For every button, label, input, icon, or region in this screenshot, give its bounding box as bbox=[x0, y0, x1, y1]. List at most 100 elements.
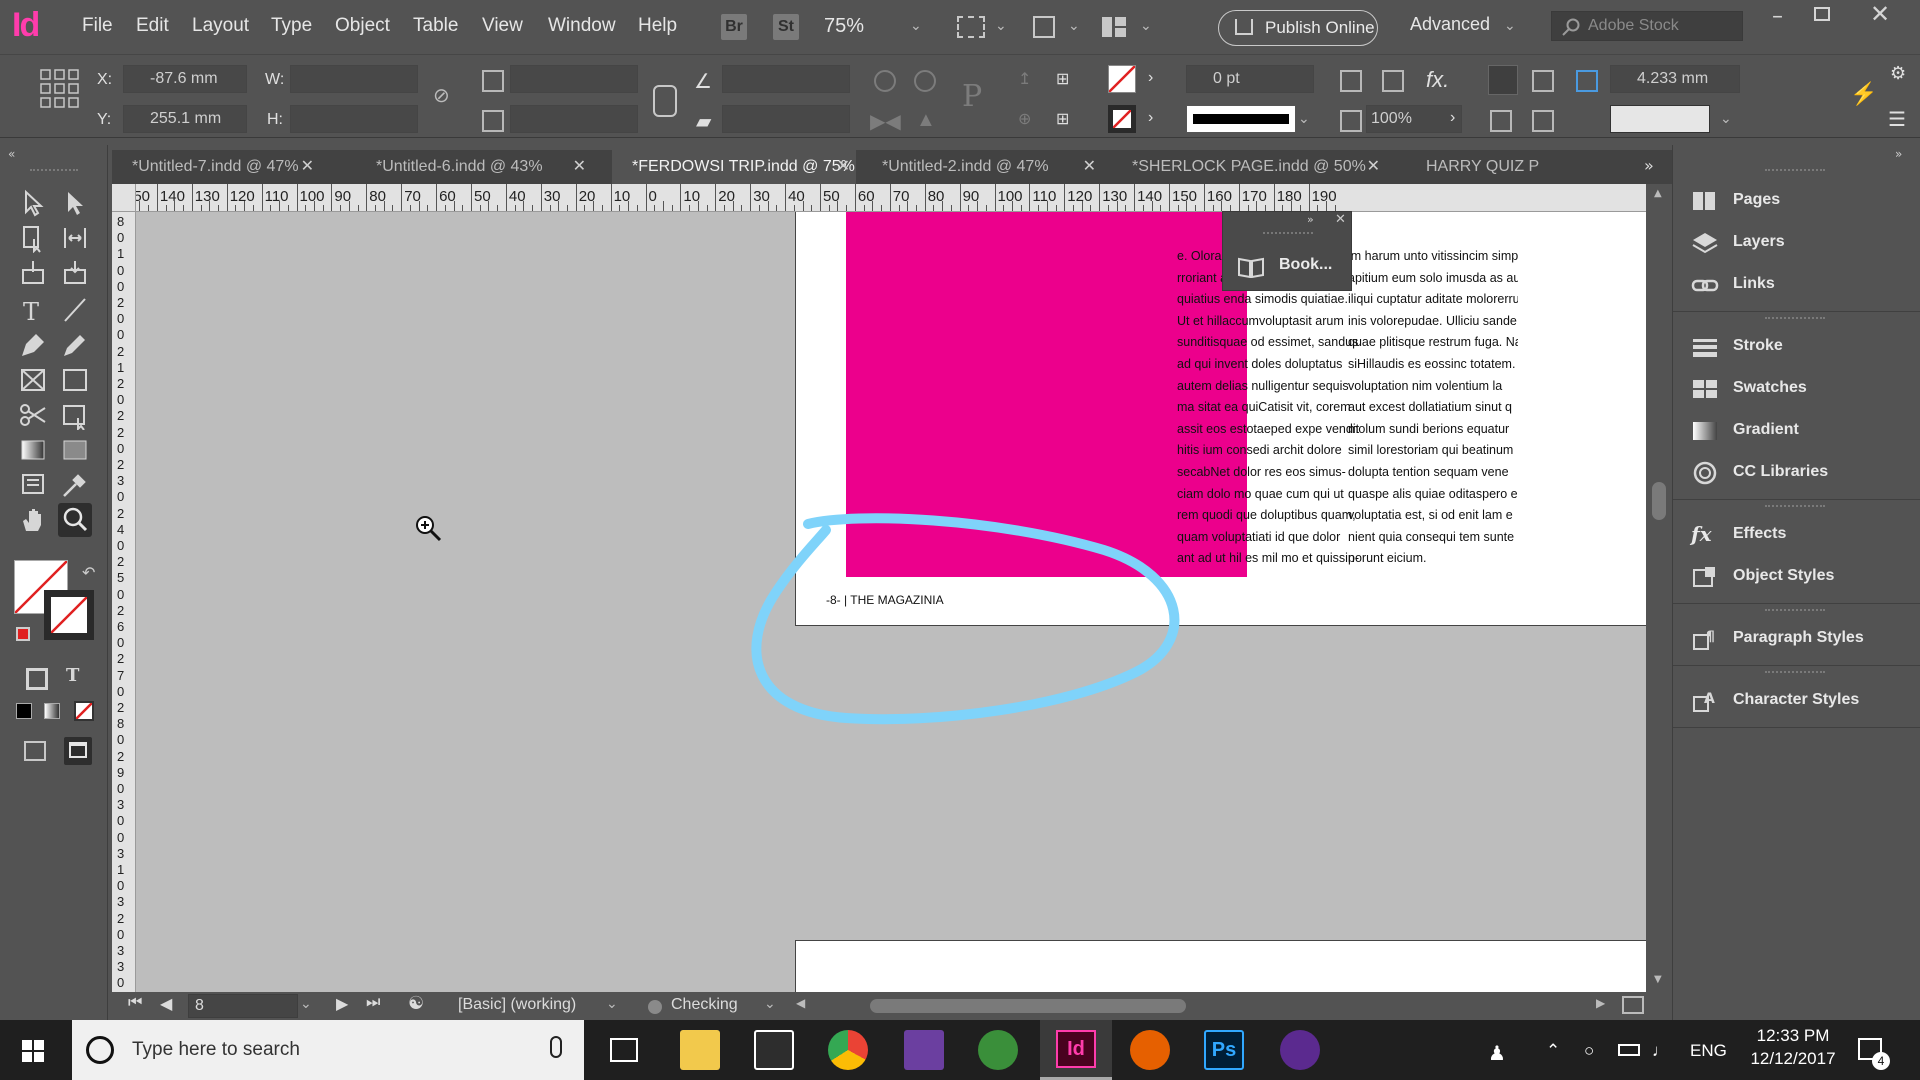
align-text-center-icon[interactable] bbox=[1532, 70, 1554, 92]
drop-shadow-icon[interactable] bbox=[1382, 70, 1404, 92]
align-top-icon[interactable]: ↥ bbox=[1018, 69, 1031, 89]
collapse-tools-icon[interactable]: « bbox=[8, 147, 15, 161]
pen-tool-icon[interactable] bbox=[18, 330, 48, 360]
media-app-icon[interactable] bbox=[1280, 1030, 1320, 1070]
scroll-up-icon[interactable]: ▲ bbox=[1654, 188, 1662, 199]
rotation-field[interactable] bbox=[722, 65, 850, 93]
arrange-chevron-icon[interactable]: ⌄ bbox=[1140, 18, 1152, 34]
publish-online-button[interactable]: Publish Online bbox=[1218, 10, 1378, 46]
menu-help[interactable]: Help bbox=[638, 15, 677, 37]
horizontal-scrollbar[interactable]: ◀ ▶ bbox=[790, 992, 1646, 1020]
style-status[interactable]: [Basic] (working) bbox=[458, 996, 576, 1014]
firefox-icon[interactable] bbox=[1130, 1030, 1170, 1070]
adobe-stock-search[interactable]: Adobe Stock bbox=[1551, 11, 1743, 41]
open-document-icon[interactable]: ☯ bbox=[408, 993, 424, 1014]
menu-view[interactable]: View bbox=[482, 15, 523, 37]
rotate-ccw-icon[interactable] bbox=[914, 70, 936, 92]
zoom-tool-active[interactable] bbox=[58, 503, 92, 537]
microphone-icon[interactable] bbox=[550, 1036, 562, 1058]
opacity-field[interactable]: 100% bbox=[1366, 105, 1462, 133]
scale-x-icon[interactable] bbox=[482, 70, 504, 92]
normal-view-icon[interactable] bbox=[24, 741, 46, 761]
gap-tool-icon[interactable] bbox=[60, 223, 90, 253]
pasteboard[interactable]: -8- | THE MAGAZINIA e. Olora dusapidrror… bbox=[136, 212, 1646, 992]
menu-layout[interactable]: Layout bbox=[192, 15, 249, 37]
note-tool-icon[interactable] bbox=[18, 470, 48, 500]
menu-edit[interactable]: Edit bbox=[136, 15, 169, 37]
justify-vertical-icon[interactable] bbox=[1532, 110, 1554, 132]
fill-chevron-right-icon[interactable]: › bbox=[1148, 69, 1153, 87]
close-window-icon[interactable]: ✕ bbox=[1870, 0, 1890, 28]
view-options-icon[interactable] bbox=[1033, 16, 1055, 38]
distribute-icon[interactable]: ⊞ bbox=[1056, 69, 1069, 89]
align-center-icon[interactable]: ⊕ bbox=[1018, 109, 1031, 129]
chrome-icon[interactable] bbox=[828, 1030, 868, 1070]
settings-gear-icon[interactable]: ⚙ bbox=[1890, 63, 1906, 84]
close-tab-icon[interactable]: ✕ bbox=[301, 150, 314, 184]
rotate-cw-icon[interactable] bbox=[874, 70, 896, 92]
fx-icon[interactable]: fx. bbox=[1426, 67, 1449, 93]
close-tab-icon[interactable]: ✕ bbox=[837, 150, 850, 184]
type-tool-icon[interactable]: T bbox=[18, 295, 48, 326]
indesign-taskbar-active[interactable]: Id bbox=[1040, 1020, 1112, 1080]
gutter-field[interactable]: 4.233 mm bbox=[1610, 65, 1740, 93]
panel-cc-libraries[interactable]: CC Libraries bbox=[1691, 451, 1828, 493]
workspace-switcher[interactable]: Advanced bbox=[1410, 14, 1490, 35]
scale-y-field[interactable] bbox=[510, 105, 638, 133]
clock[interactable]: 12:33 PM 12/12/2017 bbox=[1744, 1026, 1842, 1069]
swap-colors-icon[interactable]: ↶ bbox=[82, 563, 95, 582]
close-panel-icon[interactable]: ✕ bbox=[1335, 212, 1346, 227]
tab-untitled-7[interactable]: *Untitled-7.indd @ 47% ✕ bbox=[112, 150, 320, 184]
view-options-chevron-icon[interactable]: ⌄ bbox=[1068, 18, 1080, 34]
last-page-icon[interactable]: ⏭ bbox=[366, 994, 380, 1012]
opacity-icon[interactable] bbox=[1340, 110, 1362, 132]
apply-color-icon[interactable] bbox=[16, 703, 32, 719]
page-tool-icon[interactable] bbox=[18, 223, 48, 254]
object-style-select[interactable] bbox=[1610, 105, 1710, 133]
rectangle-tool-icon[interactable] bbox=[60, 365, 90, 395]
align-text-top-icon[interactable] bbox=[1488, 65, 1518, 95]
horizontal-ruler[interactable]: 150 140 130 120 110 100 90 80 70 60 50 40 30 20 10 0 10 2… bbox=[112, 184, 1652, 212]
zoom-chevron-down-icon[interactable]: ⌄ bbox=[910, 18, 922, 34]
panel-menu-icon[interactable]: ☰ bbox=[1888, 107, 1906, 132]
y-field[interactable]: 255.1 mm bbox=[123, 105, 247, 133]
panel-pages[interactable]: Pages bbox=[1691, 179, 1780, 221]
panel-gradient[interactable]: Gradient bbox=[1691, 409, 1799, 451]
taskbar-search-box[interactable]: Type here to search bbox=[72, 1020, 584, 1080]
menu-type[interactable]: Type bbox=[271, 15, 312, 37]
apply-gradient-icon[interactable] bbox=[44, 703, 60, 719]
store-icon[interactable] bbox=[754, 1030, 794, 1070]
columns-icon[interactable] bbox=[1576, 70, 1598, 92]
panel-effects[interactable]: fx Effects bbox=[1691, 513, 1786, 555]
panel-swatches[interactable]: Swatches bbox=[1691, 367, 1807, 409]
vertical-ruler[interactable]: 8010020021202202302402502602702802903003… bbox=[112, 212, 136, 992]
distribute-spacing-icon[interactable]: ⊞ bbox=[1056, 109, 1069, 129]
visual-studio-icon[interactable] bbox=[904, 1030, 944, 1070]
tray-chevron-up-icon[interactable]: ⌃ bbox=[1546, 1041, 1560, 1061]
shear-field[interactable] bbox=[722, 105, 850, 133]
scroll-down-icon[interactable]: ▼ bbox=[1654, 974, 1662, 985]
formatting-text-icon[interactable]: T bbox=[66, 665, 79, 686]
battery-icon[interactable] bbox=[1618, 1044, 1640, 1056]
content-collector-icon[interactable] bbox=[18, 258, 48, 288]
horizontal-scroll-thumb[interactable] bbox=[870, 999, 1186, 1013]
page-chevron-icon[interactable]: ⌄ bbox=[300, 996, 312, 1012]
first-page-icon[interactable]: ⏮ bbox=[128, 994, 142, 1012]
reference-point-icon[interactable] bbox=[40, 69, 80, 109]
photoshop-icon[interactable]: Ps bbox=[1204, 1030, 1244, 1070]
stroke-color-none[interactable] bbox=[44, 590, 94, 640]
width-field[interactable] bbox=[290, 65, 418, 93]
x-field[interactable]: -87.6 mm bbox=[123, 65, 247, 93]
formatting-container-icon[interactable] bbox=[26, 668, 48, 690]
flip-vertical-icon[interactable]: ▲ bbox=[916, 109, 936, 132]
next-page-icon[interactable]: ▶ bbox=[336, 994, 348, 1014]
menu-file[interactable]: File bbox=[82, 15, 113, 37]
scroll-left-icon[interactable]: ◀ bbox=[796, 996, 805, 1010]
file-explorer-icon[interactable] bbox=[680, 1030, 720, 1070]
hand-tool-icon[interactable] bbox=[18, 505, 48, 535]
align-text-bottom-icon[interactable] bbox=[1490, 110, 1512, 132]
stroke-type-chevron-icon[interactable]: ⌄ bbox=[1298, 111, 1310, 127]
menu-table[interactable]: Table bbox=[413, 15, 458, 37]
fill-swatch-none[interactable] bbox=[1108, 65, 1136, 93]
restore-icon[interactable] bbox=[1814, 7, 1830, 21]
